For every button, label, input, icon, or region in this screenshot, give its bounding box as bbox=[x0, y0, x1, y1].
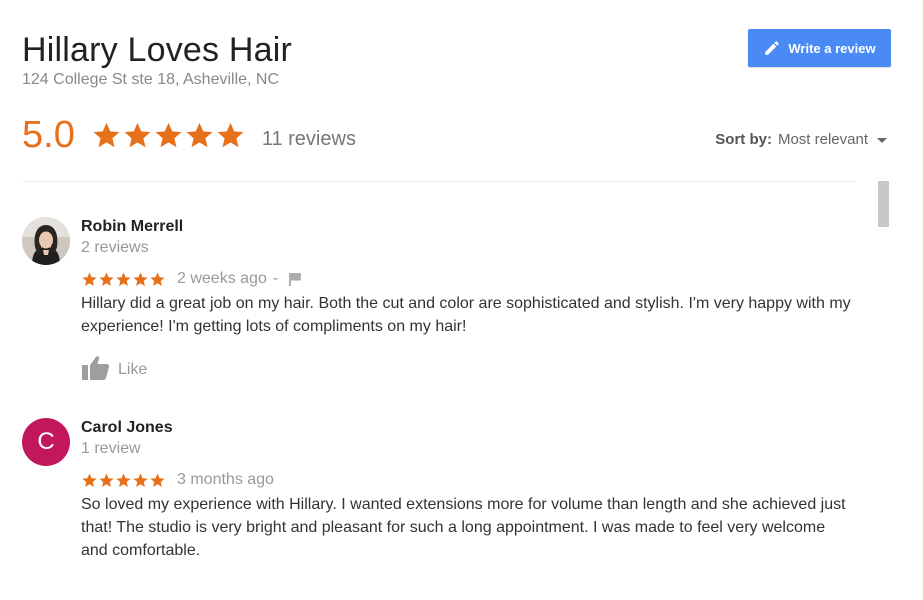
author-review-count: 2 reviews bbox=[81, 239, 149, 256]
star-icon bbox=[93, 122, 120, 147]
avatar[interactable] bbox=[22, 217, 70, 265]
star-icon bbox=[133, 272, 148, 286]
rating-summary: 5.0 11 reviews bbox=[22, 114, 356, 156]
review-rating-row: 2 weeks ago - bbox=[81, 269, 856, 289]
star-icon bbox=[82, 272, 97, 286]
sort-value: Most relevant bbox=[777, 131, 868, 148]
star-icon bbox=[133, 473, 148, 487]
star-icon bbox=[82, 473, 97, 487]
write-review-button[interactable]: Write a review bbox=[748, 29, 891, 67]
review-text: Hillary did a great job on my hair. Both… bbox=[81, 295, 851, 335]
business-address: 124 College St ste 18, Asheville, NC bbox=[22, 71, 280, 88]
review-body: Carol Jones 1 review 3 months ago So lov… bbox=[81, 418, 856, 562]
divider bbox=[22, 181, 856, 182]
review-author[interactable]: Robin Merrell bbox=[81, 217, 856, 237]
star-icon bbox=[155, 122, 182, 147]
star-icon bbox=[124, 122, 151, 147]
sort-label: Sort by: bbox=[715, 131, 772, 148]
star-icon bbox=[116, 272, 131, 286]
star-icon bbox=[150, 473, 165, 487]
business-header: Hillary Loves Hair 124 College St ste 18… bbox=[22, 30, 292, 89]
review-stars bbox=[81, 472, 166, 489]
star-icon bbox=[217, 122, 244, 147]
thumbs-up-icon bbox=[82, 356, 110, 380]
business-name: Hillary Loves Hair bbox=[22, 31, 293, 69]
like-button[interactable]: Like bbox=[81, 355, 856, 381]
flag-icon[interactable] bbox=[288, 272, 302, 286]
review-author[interactable]: Carol Jones bbox=[81, 418, 856, 438]
rating-value: 5.0 bbox=[22, 114, 75, 156]
review-stars bbox=[81, 271, 166, 288]
pencil-icon bbox=[765, 41, 780, 55]
review-time: 3 months ago bbox=[177, 471, 274, 488]
review-text: So loved my experience with Hillary. I w… bbox=[81, 496, 846, 559]
author-review-count: 1 review bbox=[81, 440, 141, 457]
avatar[interactable]: C bbox=[22, 418, 70, 466]
star-icon bbox=[116, 473, 131, 487]
like-label: Like bbox=[118, 361, 148, 378]
profile-photo-icon bbox=[22, 217, 70, 265]
review-time: 2 weeks ago bbox=[177, 270, 267, 287]
star-icon bbox=[99, 272, 114, 286]
star-icon bbox=[99, 473, 114, 487]
star-icon bbox=[150, 272, 165, 286]
write-review-label: Write a review bbox=[788, 40, 876, 56]
review-body: Robin Merrell 2 reviews 2 weeks ago - Hi… bbox=[81, 217, 856, 381]
review-count: 11 reviews bbox=[261, 127, 356, 150]
rating-stars bbox=[91, 120, 246, 151]
review-separator: - bbox=[272, 270, 279, 287]
star-icon bbox=[186, 122, 213, 147]
scrollbar-thumb[interactable] bbox=[878, 181, 889, 227]
chevron-down-icon bbox=[877, 138, 887, 143]
sort-dropdown[interactable]: Sort by: Most relevant bbox=[715, 131, 887, 148]
review-rating-row: 3 months ago bbox=[81, 470, 856, 490]
